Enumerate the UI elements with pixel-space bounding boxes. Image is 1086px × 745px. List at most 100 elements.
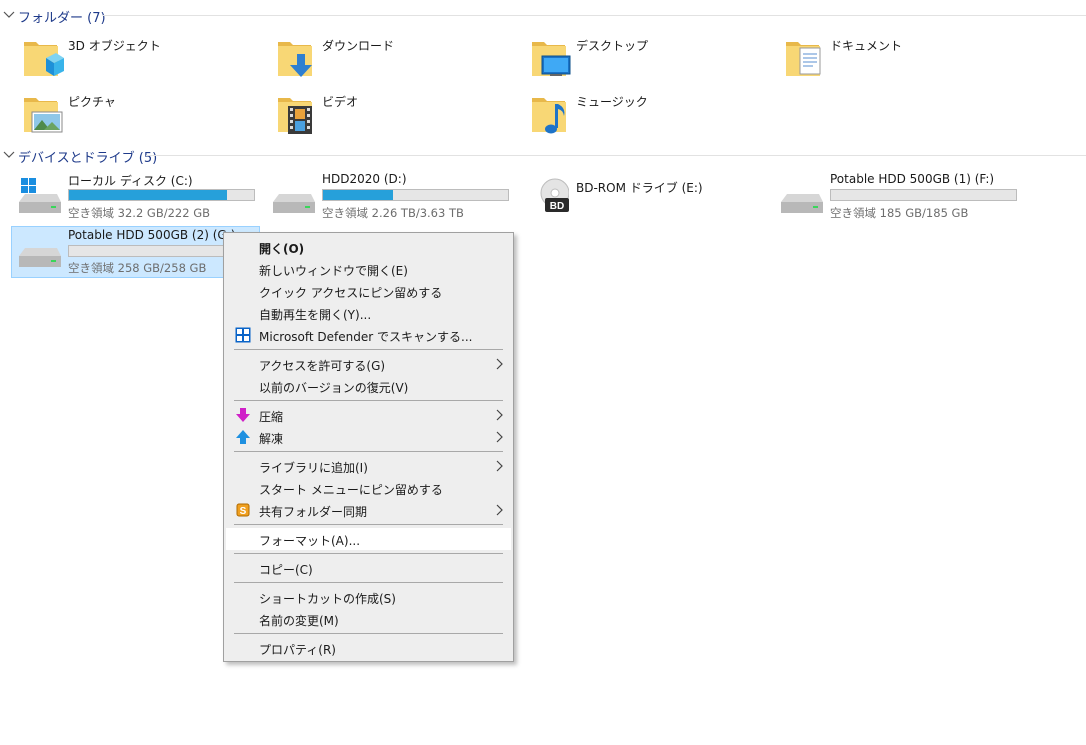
- menu-separator: [234, 349, 503, 350]
- group-divider: [103, 15, 1086, 16]
- folder-name: 3D オブジェクト: [68, 39, 161, 53]
- drive-item-e[interactable]: BD BD-ROM ドライブ (E:): [519, 172, 769, 224]
- folder-item-documents[interactable]: ドキュメント: [784, 36, 1024, 84]
- menu-item-label: コピー(C): [259, 563, 313, 577]
- menu-item-label: 解凍: [259, 432, 284, 446]
- drive-free-space: 空き領域 2.26 TB/3.63 TB: [322, 206, 464, 220]
- chevron-right-icon: [496, 409, 503, 421]
- hard-drive-icon: [273, 194, 315, 213]
- menu-item-label: スタート メニューにピン留めする: [259, 483, 443, 497]
- menu-separator: [234, 553, 503, 554]
- drive-usage-bar: [322, 189, 509, 201]
- folder-name: ビデオ: [322, 95, 359, 109]
- folder-name: ダウンロード: [322, 39, 395, 53]
- menu-item-label: 圧縮: [259, 410, 284, 424]
- hard-drive-icon: [19, 248, 61, 267]
- menu-separator: [234, 451, 503, 452]
- menu-separator: [234, 582, 503, 583]
- menu-item-copy[interactable]: コピー(C): [226, 557, 511, 579]
- documents-folder-icon: [786, 42, 821, 76]
- menu-separator: [234, 400, 503, 401]
- defender-shield-icon: [235, 327, 251, 343]
- menu-item-label: フォーマット(A)...: [259, 534, 361, 548]
- windows-drive-icon: [19, 178, 61, 213]
- menu-item-label: Microsoft Defender でスキャンする...: [259, 330, 473, 344]
- folder-item-pictures[interactable]: ピクチャ: [22, 92, 262, 140]
- desktop-folder-icon: [532, 42, 571, 76]
- drive-item-c[interactable]: ローカル ディスク (C:) 空き領域 32.2 GB/222 GB: [11, 172, 261, 224]
- menu-separator: [234, 633, 503, 634]
- compress-arrow-icon: [236, 408, 250, 422]
- svg-text:BD: BD: [550, 201, 564, 212]
- folders-group-header[interactable]: フォルダー (7): [0, 6, 1086, 26]
- drive-item-d[interactable]: HDD2020 (D:) 空き領域 2.26 TB/3.63 TB: [265, 172, 515, 224]
- folder-name: ピクチャ: [68, 95, 116, 109]
- folders-group-title: フォルダー (7): [18, 11, 106, 26]
- menu-item-restore-previous[interactable]: 以前のバージョンの復元(V): [226, 375, 511, 397]
- menu-item-compress[interactable]: 圧縮: [226, 404, 511, 426]
- folder-name: デスクトップ: [576, 39, 649, 53]
- menu-item-label: アクセスを許可する(G): [259, 359, 386, 373]
- videos-folder-icon: [278, 98, 312, 134]
- drive-free-space: 空き領域 185 GB/185 GB: [830, 206, 969, 220]
- chevron-right-icon: [496, 431, 503, 443]
- chevron-right-icon: [496, 460, 503, 472]
- drives-group-title: デバイスとドライブ (5): [18, 151, 158, 166]
- menu-item-autoplay[interactable]: 自動再生を開く(Y)...: [226, 302, 511, 324]
- music-folder-icon: [532, 98, 566, 134]
- drive-free-space: 空き領域 258 GB/258 GB: [68, 261, 207, 275]
- menu-item-properties[interactable]: プロパティ(R): [226, 637, 511, 659]
- menu-item-pin-start[interactable]: スタート メニューにピン留めする: [226, 477, 511, 499]
- group-divider: [146, 155, 1086, 156]
- drive-usage-bar: [830, 189, 1017, 201]
- drive-usage-fill: [69, 190, 228, 200]
- drive-name: Potable HDD 500GB (2) (G:): [68, 228, 236, 242]
- folder-item-3d-objects[interactable]: 3D オブジェクト: [22, 36, 262, 84]
- 3d-objects-folder-icon: [24, 42, 64, 76]
- extract-arrow-icon: [236, 430, 250, 444]
- menu-item-label: 以前のバージョンの復元(V): [259, 381, 409, 395]
- menu-separator: [234, 524, 503, 525]
- menu-item-shared-folder-sync[interactable]: S 共有フォルダー同期: [226, 499, 511, 521]
- svg-text:S: S: [240, 506, 247, 517]
- folder-item-music[interactable]: ミュージック: [530, 92, 770, 140]
- hard-drive-icon: [781, 194, 823, 213]
- drive-usage-bar: [68, 189, 255, 201]
- menu-item-add-to-library[interactable]: ライブラリに追加(I): [226, 455, 511, 477]
- menu-item-label: 共有フォルダー同期: [259, 505, 368, 519]
- menu-item-label: 自動再生を開く(Y)...: [259, 308, 372, 322]
- drives-group-header[interactable]: デバイスとドライブ (5): [0, 146, 1086, 166]
- folder-name: ドキュメント: [830, 39, 903, 53]
- menu-item-label: 開く(O): [259, 242, 305, 256]
- downloads-folder-icon: [278, 42, 312, 77]
- menu-item-label: クイック アクセスにピン留めする: [259, 286, 443, 300]
- chevron-down-icon[interactable]: [3, 10, 15, 20]
- context-menu: 開く(O) 新しいウィンドウで開く(E) クイック アクセスにピン留めする 自動…: [223, 232, 514, 662]
- menu-item-pin-quick-access[interactable]: クイック アクセスにピン留めする: [226, 280, 511, 302]
- menu-item-rename[interactable]: 名前の変更(M): [226, 608, 511, 630]
- drive-free-space: 空き領域 32.2 GB/222 GB: [68, 206, 210, 220]
- menu-item-create-shortcut[interactable]: ショートカットの作成(S): [226, 586, 511, 608]
- folder-item-downloads[interactable]: ダウンロード: [276, 36, 516, 84]
- drive-name: BD-ROM ドライブ (E:): [576, 181, 703, 195]
- menu-item-give-access[interactable]: アクセスを許可する(G): [226, 353, 511, 375]
- drive-item-f[interactable]: Potable HDD 500GB (1) (F:) 空き領域 185 GB/1…: [773, 172, 1023, 224]
- menu-item-defender-scan[interactable]: Microsoft Defender でスキャンする...: [226, 324, 511, 346]
- pictures-folder-icon: [24, 98, 63, 133]
- menu-item-label: 名前の変更(M): [259, 614, 339, 628]
- menu-item-format[interactable]: フォーマット(A)...: [226, 528, 511, 550]
- menu-item-extract[interactable]: 解凍: [226, 426, 511, 448]
- folder-item-desktop[interactable]: デスクトップ: [530, 36, 770, 84]
- chevron-right-icon: [496, 358, 503, 370]
- menu-item-open[interactable]: 開く(O): [226, 236, 511, 258]
- sync-s-icon: S: [236, 503, 250, 517]
- menu-item-open-new-window[interactable]: 新しいウィンドウで開く(E): [226, 258, 511, 280]
- chevron-down-icon[interactable]: [3, 150, 15, 160]
- folder-item-videos[interactable]: ビデオ: [276, 92, 516, 140]
- folder-name: ミュージック: [576, 95, 648, 109]
- menu-item-label: ライブラリに追加(I): [259, 461, 368, 475]
- chevron-right-icon: [496, 504, 503, 516]
- drive-name: ローカル ディスク (C:): [68, 174, 193, 188]
- bd-rom-drive-icon: BD: [540, 178, 569, 212]
- menu-item-label: ショートカットの作成(S): [259, 592, 396, 606]
